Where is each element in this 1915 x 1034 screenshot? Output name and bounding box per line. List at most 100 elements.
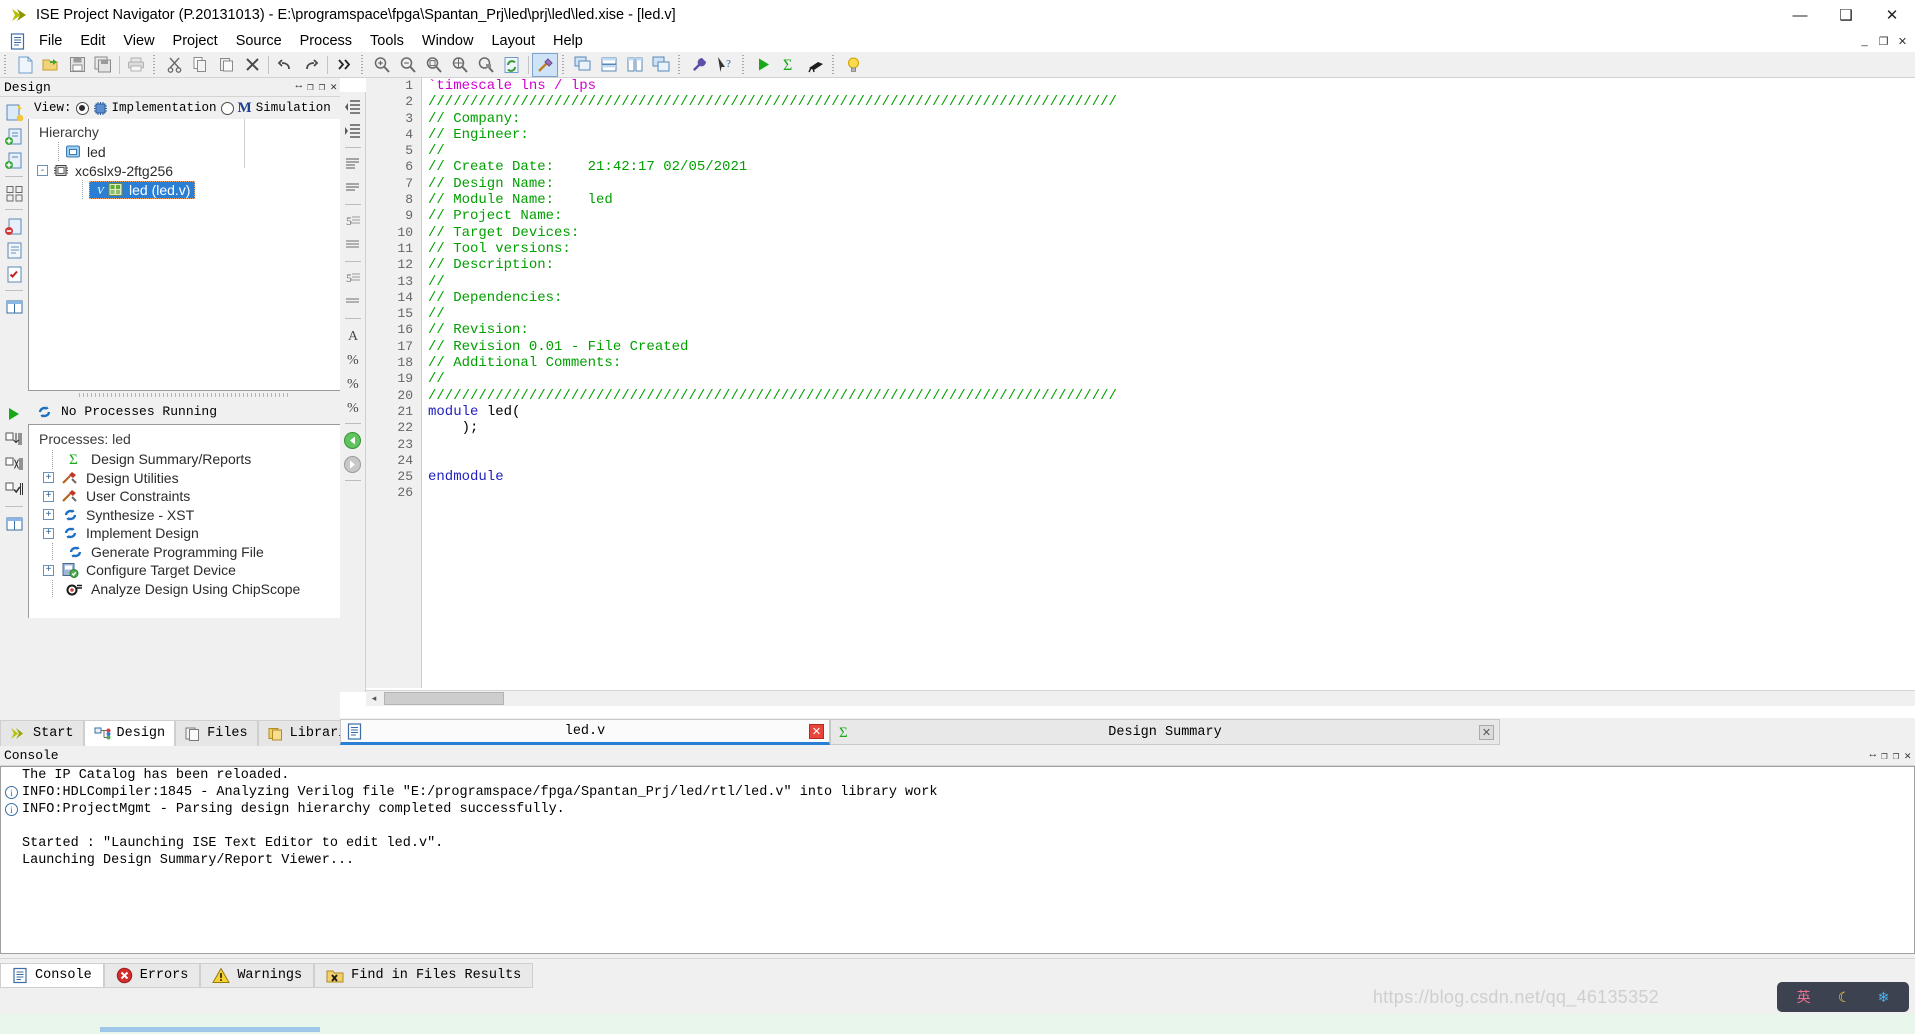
code-line[interactable]: ); bbox=[428, 420, 1915, 436]
view-option-implementation[interactable]: Implementation bbox=[112, 101, 217, 115]
undo-icon[interactable] bbox=[272, 53, 298, 77]
status-tab-console[interactable]: Console bbox=[0, 963, 104, 988]
code-line[interactable]: // Additional Comments: bbox=[428, 355, 1915, 371]
dock-maximize-button[interactable]: ❐ bbox=[307, 80, 314, 94]
lightbulb-icon[interactable] bbox=[840, 53, 866, 77]
code-line[interactable]: module led( bbox=[428, 404, 1915, 420]
toolbar-grip-2[interactable] bbox=[152, 54, 158, 75]
view-option-simulation[interactable]: Simulation bbox=[256, 101, 331, 115]
menu-tools[interactable]: Tools bbox=[361, 32, 413, 50]
menu-edit[interactable]: Edit bbox=[71, 32, 114, 50]
telescope-icon[interactable] bbox=[802, 53, 828, 77]
delete-icon[interactable] bbox=[239, 53, 265, 77]
file-tab-close-button[interactable]: ✕ bbox=[809, 723, 824, 739]
scroll-thumb[interactable] bbox=[384, 692, 504, 705]
code-line[interactable] bbox=[428, 437, 1915, 453]
rerun-all-icon[interactable] bbox=[2, 453, 26, 475]
console-output[interactable]: The IP Catalog has been reloaded. i INFO:H… bbox=[0, 766, 1915, 954]
process-item-analyze-chipscope[interactable]: Analyze Design Using ChipScope bbox=[29, 579, 340, 598]
tree-collapse-button[interactable]: - bbox=[37, 165, 48, 176]
code-line[interactable]: // Tool versions: bbox=[428, 241, 1915, 257]
console-maximize-button[interactable]: ❐ bbox=[1881, 749, 1888, 763]
toolbar-grip-7[interactable] bbox=[831, 54, 837, 75]
process-item-implement-design[interactable]: + Implement Design bbox=[29, 524, 340, 543]
refresh-document-icon[interactable] bbox=[499, 53, 525, 77]
code-line[interactable]: ////////////////////////////////////////… bbox=[428, 388, 1915, 404]
zoom-selection-icon[interactable] bbox=[447, 53, 473, 77]
add-copy-source-icon[interactable] bbox=[2, 149, 26, 171]
uncomment-icon[interactable] bbox=[341, 177, 365, 199]
design-goals-icon[interactable] bbox=[2, 263, 26, 285]
code-line[interactable]: // bbox=[428, 143, 1915, 159]
mdi-close-button[interactable]: ✕ bbox=[1894, 33, 1911, 49]
new-window-icon[interactable] bbox=[648, 53, 674, 77]
menu-process[interactable]: Process bbox=[291, 32, 361, 50]
toolbar-grip-4[interactable] bbox=[561, 54, 567, 75]
process-item-generate-programming-file[interactable]: Generate Programming File bbox=[29, 542, 340, 561]
back-icon[interactable] bbox=[341, 429, 365, 451]
process-item-synthesize-xst[interactable]: + Synthesize - XST bbox=[29, 506, 340, 525]
bookmark-next-icon[interactable]: 5 bbox=[341, 267, 365, 289]
zoom-fit-icon[interactable] bbox=[421, 53, 447, 77]
radio-implementation[interactable] bbox=[75, 101, 89, 115]
run-icon[interactable] bbox=[750, 53, 776, 77]
tree-node-device[interactable]: - xc6slx9-2ftg256 bbox=[29, 161, 340, 180]
process-expand-button[interactable]: + bbox=[43, 564, 54, 576]
tile-vertical-icon[interactable] bbox=[622, 53, 648, 77]
toggle-comment-icon[interactable] bbox=[341, 153, 365, 175]
console-restore-button[interactable]: ❐ bbox=[1893, 749, 1900, 763]
bookmark-clear-icon[interactable] bbox=[341, 234, 365, 256]
code-line[interactable] bbox=[428, 453, 1915, 469]
hierarchy-tree[interactable]: Hierarchy led - xc6slx9-2ftg256 V led (l… bbox=[28, 119, 340, 391]
code-line[interactable]: `timescale lns / lps bbox=[428, 78, 1915, 94]
hammer-wand-icon[interactable] bbox=[532, 52, 558, 77]
console-float-button[interactable]: ↔ bbox=[1870, 749, 1877, 763]
context-help-icon[interactable]: ? bbox=[712, 53, 738, 77]
find-all-icon[interactable]: % bbox=[341, 396, 365, 418]
wrench-icon[interactable] bbox=[686, 53, 712, 77]
processes-tree[interactable]: Processes: led Σ Design Summary/Reports … bbox=[28, 424, 340, 618]
decrease-indent-icon[interactable] bbox=[341, 96, 365, 118]
toolbar-grip-3[interactable] bbox=[360, 54, 366, 75]
code-text-area[interactable]: 1 2 3 4 5 6 7 8 9 10 11 12 13 14 15 16 17 18 19 20 21 22 23 24 2… bbox=[366, 78, 1915, 688]
rerun-icon[interactable] bbox=[2, 428, 26, 450]
code-line[interactable]: // Company: bbox=[428, 111, 1915, 127]
save-all-icon[interactable] bbox=[90, 53, 116, 77]
ime-status-chip[interactable]: 英 ☾ ❄ bbox=[1777, 982, 1909, 1012]
moon-icon[interactable]: ☾ bbox=[1838, 989, 1851, 1006]
code-line[interactable]: // Revision 0.01 - File Created bbox=[428, 339, 1915, 355]
toolbar-grip[interactable] bbox=[3, 54, 9, 75]
find-icon[interactable]: A bbox=[341, 324, 365, 346]
increase-indent-icon[interactable] bbox=[341, 120, 365, 142]
mdi-minimize-button[interactable]: _ bbox=[1856, 33, 1873, 49]
process-expand-button[interactable]: + bbox=[43, 509, 54, 521]
bookmark-toggle-icon[interactable]: 5 bbox=[341, 210, 365, 232]
toolbar-grip-5[interactable] bbox=[677, 54, 683, 75]
code-line[interactable]: // Create Date: 21:42:17 02/05/2021 bbox=[428, 159, 1915, 175]
find-next-icon[interactable]: % bbox=[341, 348, 365, 370]
design-properties-icon[interactable] bbox=[2, 239, 26, 261]
code-line[interactable]: // bbox=[428, 371, 1915, 387]
sigma-report-icon[interactable]: Σ bbox=[776, 53, 802, 77]
status-tab-find-in-files[interactable]: Find in Files Results bbox=[314, 963, 534, 988]
menu-layout[interactable]: Layout bbox=[482, 32, 544, 50]
process-expand-button[interactable]: + bbox=[43, 490, 54, 502]
status-tab-warnings[interactable]: Warnings bbox=[200, 963, 315, 988]
close-button[interactable]: ✕ bbox=[1869, 0, 1915, 30]
code-line[interactable]: // Description: bbox=[428, 257, 1915, 273]
view-panel-icon[interactable] bbox=[2, 296, 26, 318]
dock-float-button[interactable]: ↔ bbox=[296, 80, 303, 94]
dock-restore-button[interactable]: ❐ bbox=[319, 80, 326, 94]
tile-horizontal-icon[interactable] bbox=[596, 53, 622, 77]
scroll-left-arrow[interactable]: ◂ bbox=[366, 691, 382, 706]
new-file-icon[interactable] bbox=[12, 53, 38, 77]
mdi-restore-button[interactable]: ❐ bbox=[1875, 33, 1892, 49]
zoom-out-icon[interactable] bbox=[395, 53, 421, 77]
status-tab-errors[interactable]: Errors bbox=[103, 963, 201, 988]
process-item-design-summary[interactable]: Σ Design Summary/Reports bbox=[29, 450, 340, 469]
dock-tab-start[interactable]: Start bbox=[0, 720, 84, 746]
process-item-user-constraints[interactable]: + User Constraints bbox=[29, 487, 340, 506]
panel-splitter[interactable] bbox=[28, 391, 340, 399]
dock-tab-design[interactable]: Design bbox=[83, 720, 176, 746]
process-expand-button[interactable]: + bbox=[43, 472, 54, 484]
